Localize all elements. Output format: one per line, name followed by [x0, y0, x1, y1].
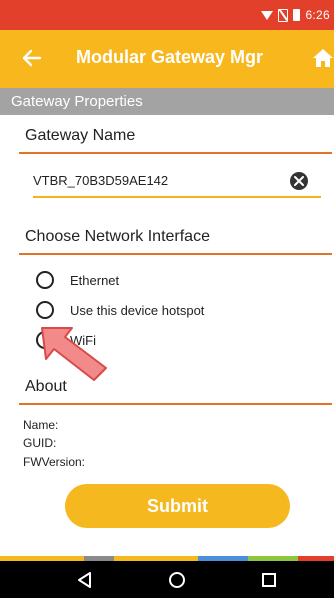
system-nav-bar [0, 561, 334, 598]
back-arrow-icon[interactable] [22, 44, 48, 72]
about-divider [19, 403, 332, 405]
radio-hotspot[interactable]: Use this device hotspot [36, 298, 204, 322]
app-bar: Modular Gateway Mgr [0, 30, 334, 88]
nav-home-circle-icon[interactable] [167, 570, 187, 590]
clear-x-icon[interactable] [290, 172, 308, 190]
section-header-label: Gateway Properties [11, 93, 143, 110]
network-interface-divider [19, 253, 332, 255]
no-sim-icon [278, 8, 289, 22]
status-time: 6:26 [305, 8, 330, 22]
about-name-label: Name: [23, 418, 59, 432]
section-header: Gateway Properties [0, 88, 334, 115]
home-icon[interactable] [312, 48, 334, 70]
radio-circle[interactable] [36, 271, 54, 289]
nav-recents-square-icon[interactable] [259, 570, 279, 590]
wifi-icon [261, 10, 274, 20]
status-icons: 6:26 [261, 8, 330, 22]
gateway-name-input[interactable] [33, 170, 290, 190]
gateway-name-divider [19, 152, 332, 154]
pointer-arrow-icon [41, 327, 107, 381]
gateway-name-title: Gateway Name [25, 127, 136, 144]
about-fwversion-label: FWVersion: [23, 455, 86, 469]
about-guid-label: GUID: [23, 436, 57, 450]
input-underline [33, 196, 321, 198]
submit-button[interactable]: Submit [65, 484, 290, 528]
status-bar: 6:26 [0, 0, 334, 30]
radio-ethernet[interactable]: Ethernet [36, 268, 119, 292]
radio-circle[interactable] [36, 301, 54, 319]
radio-label-ethernet: Ethernet [70, 272, 120, 288]
network-interface-title: Choose Network Interface [25, 228, 210, 245]
radio-label-hotspot: Use this device hotspot [70, 302, 205, 318]
battery-icon [293, 9, 301, 21]
nav-back-triangle-icon[interactable] [75, 570, 95, 590]
app-title: Modular Gateway Mgr [76, 47, 264, 67]
